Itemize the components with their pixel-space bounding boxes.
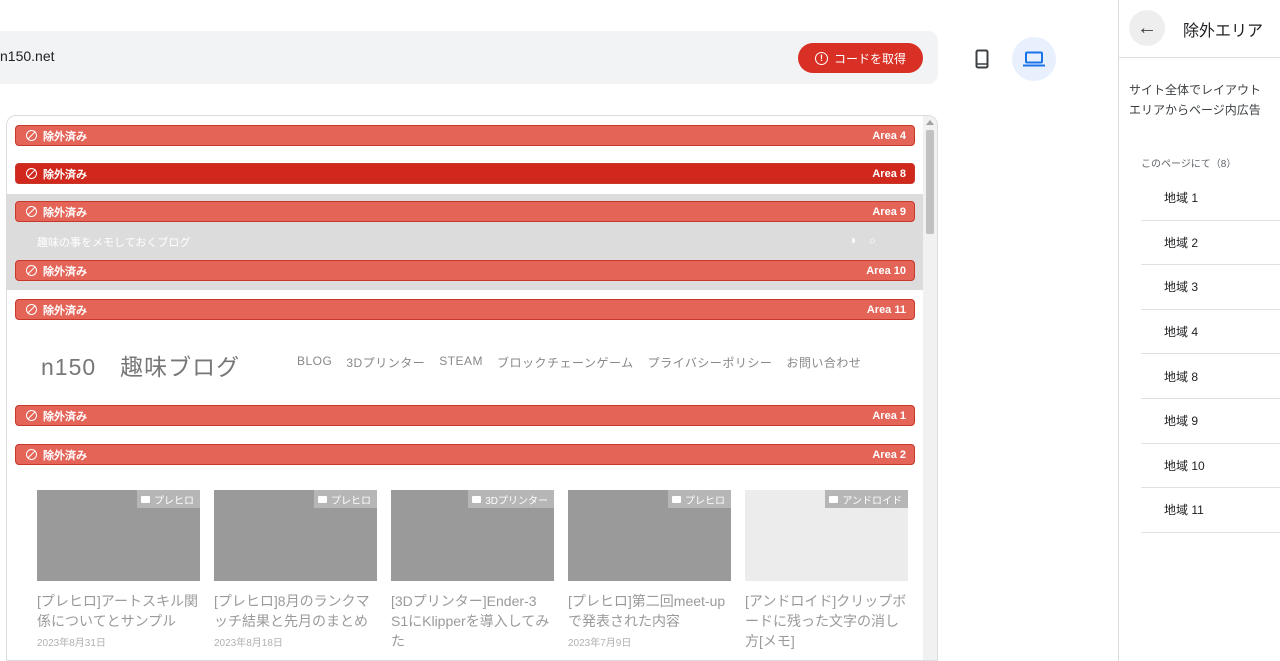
folder-icon [472,495,482,503]
desktop-view-button[interactable] [1012,37,1056,81]
folder-icon [318,495,327,503]
area-list-item[interactable]: 地域 9 [1141,399,1280,444]
post-cards: プレヒロ [プレヒロ]アートスキル関係についてとサンプル 2023年8月31日 … [37,490,908,654]
ban-icon [26,265,37,276]
main-area: n150.net ! コードを取得 除外済み Area 4 除外済み Area … [0,0,1118,661]
header-icons: ◗ ⌕ [850,233,876,248]
category-badge: アンドロイド [825,490,908,508]
search-icon[interactable]: ⌕ [869,233,876,248]
post-date: 2023年7月9日 [568,638,632,649]
panel-title: 除外エリア [1183,23,1264,40]
post-card[interactable]: プレヒロ [プレヒロ]第二回meet-upで発表された内容 2023年7月9日 [568,490,731,654]
excluded-area-bar[interactable]: 除外済み Area 8 [15,163,915,184]
site-preview: 除外済み Area 4 除外済み Area 8 除外済み Area 9 趣味の事… [6,115,938,661]
area-list-item[interactable]: 地域 1 [1141,176,1280,221]
area-label: Area 4 [872,129,906,142]
area-list-item[interactable]: 地域 4 [1141,310,1280,355]
preview-site: 除外済み Area 4 除外済み Area 8 除外済み Area 9 趣味の事… [7,116,924,660]
folder-icon [829,495,839,503]
category-badge: プレヒロ [668,490,731,508]
laptop-icon [1023,51,1045,67]
category-badge: プレヒロ [314,490,377,508]
excluded-area-bar[interactable]: 除外済み Area 4 [15,125,915,146]
excluded-areas-panel: ← 除外エリア サイト全体でレイアウト エリアからページ内広告 このページにて（… [1118,0,1280,661]
excluded-area-bar[interactable]: 除外済み Area 9 [15,201,915,222]
warning-circle-icon: ! [814,51,828,65]
area-label: Area 8 [872,167,906,180]
ban-icon [26,304,37,315]
post-thumbnail: プレヒロ [214,490,377,581]
post-card[interactable]: プレヒロ [プレヒロ]8月のランクマッチ結果と先月のまとめ 2023年8月18日 [214,490,377,654]
area-list: 地域 1 地域 2 地域 3 地域 4 地域 8 地域 9 地域 10 地域 1… [1141,176,1280,533]
post-title[interactable]: [プレヒロ]アートスキル関係についてとサンプル [37,591,200,631]
ban-icon [26,410,37,421]
area-list-item[interactable]: 地域 2 [1141,221,1280,266]
area-list-item[interactable]: 地域 3 [1141,265,1280,310]
url-bar: n150.net ! コードを取得 [0,31,938,84]
mobile-view-button[interactable] [960,37,1004,81]
folder-icon [672,495,681,503]
post-thumbnail: アンドロイド [745,490,908,581]
get-code-button[interactable]: ! コードを取得 [798,43,923,73]
nav-item[interactable]: お問い合わせ [786,354,861,371]
post-title[interactable]: [プレヒロ]第二回meet-upで発表された内容 [568,591,731,631]
area-label: Area 10 [866,264,906,277]
ban-icon [26,168,37,179]
post-card[interactable]: 3Dプリンター [3Dプリンター]Ender-3 S1にKlipperを導入して… [391,490,554,654]
post-thumbnail: プレヒロ [37,490,200,581]
ban-icon [26,449,37,460]
post-card[interactable]: プレヒロ [プレヒロ]アートスキル関係についてとサンプル 2023年8月31日 [37,490,200,654]
post-title[interactable]: [プレヒロ]8月のランクマッチ結果と先月のまとめ [214,591,377,631]
arrow-left-icon: ← [1137,16,1157,39]
category-badge: 3Dプリンター [468,490,554,508]
scroll-up-arrow-icon[interactable] [926,120,934,125]
area-list-item[interactable]: 地域 10 [1141,444,1280,489]
excluded-area-bar[interactable]: 除外済み Area 11 [15,299,915,320]
panel-description: サイト全体でレイアウト エリアからページ内広告 [1129,83,1262,117]
category-badge: プレヒロ [137,490,200,508]
nav-item[interactable]: 3Dプリンター [346,354,425,371]
area-list-item[interactable]: 地域 8 [1141,354,1280,399]
ban-icon [26,130,37,141]
post-title[interactable]: [アンドロイド]クリップボードに残った文字の消し方[メモ] [745,591,908,651]
area-label: Area 1 [872,409,906,422]
nav-item[interactable]: ブロックチェーンゲーム [497,354,634,371]
post-thumbnail: 3Dプリンター [391,490,554,581]
area-label: Area 9 [872,205,906,218]
excluded-area-bar[interactable]: 除外済み Area 10 [15,260,915,281]
rss-icon[interactable]: ◗ [850,233,857,248]
scrollbar-thumb[interactable] [926,130,934,234]
area-label: Area 11 [866,303,906,316]
post-card[interactable]: アンドロイド [アンドロイド]クリップボードに残った文字の消し方[メモ] [745,490,908,654]
get-code-label: コードを取得 [833,51,906,66]
area-label: Area 2 [872,448,906,461]
area-list-item[interactable]: 地域 11 [1141,488,1280,533]
nav-item[interactable]: プライバシーポリシー [648,354,773,371]
back-button[interactable]: ← [1129,10,1165,46]
site-logo[interactable]: n150 趣味ブログ [41,348,240,382]
excluded-area-bar[interactable]: 除外済み Area 2 [15,444,915,465]
post-date: 2023年8月31日 [37,638,106,649]
folder-icon [141,495,150,503]
preview-scrollbar[interactable] [923,116,937,660]
ban-icon [26,206,37,217]
site-url: n150.net [0,48,55,64]
excluded-area-bar[interactable]: 除外済み Area 1 [15,405,915,426]
site-tagline: 趣味の事をメモしておくブログ [37,237,191,249]
post-date: 2023年8月18日 [214,638,283,649]
post-title[interactable]: [3Dプリンター]Ender-3 S1にKlipperを導入してみた [391,591,554,651]
nav-item[interactable]: BLOG [297,354,332,371]
area-count-label: このページにて（8） [1141,159,1237,170]
nav-item[interactable]: STEAM [439,354,483,371]
smartphone-icon [975,49,989,69]
site-nav: BLOG 3Dプリンター STEAM ブロックチェーンゲーム プライバシーポリシ… [297,354,861,371]
panel-header: ← 除外エリア [1119,0,1280,58]
post-thumbnail: プレヒロ [568,490,731,581]
